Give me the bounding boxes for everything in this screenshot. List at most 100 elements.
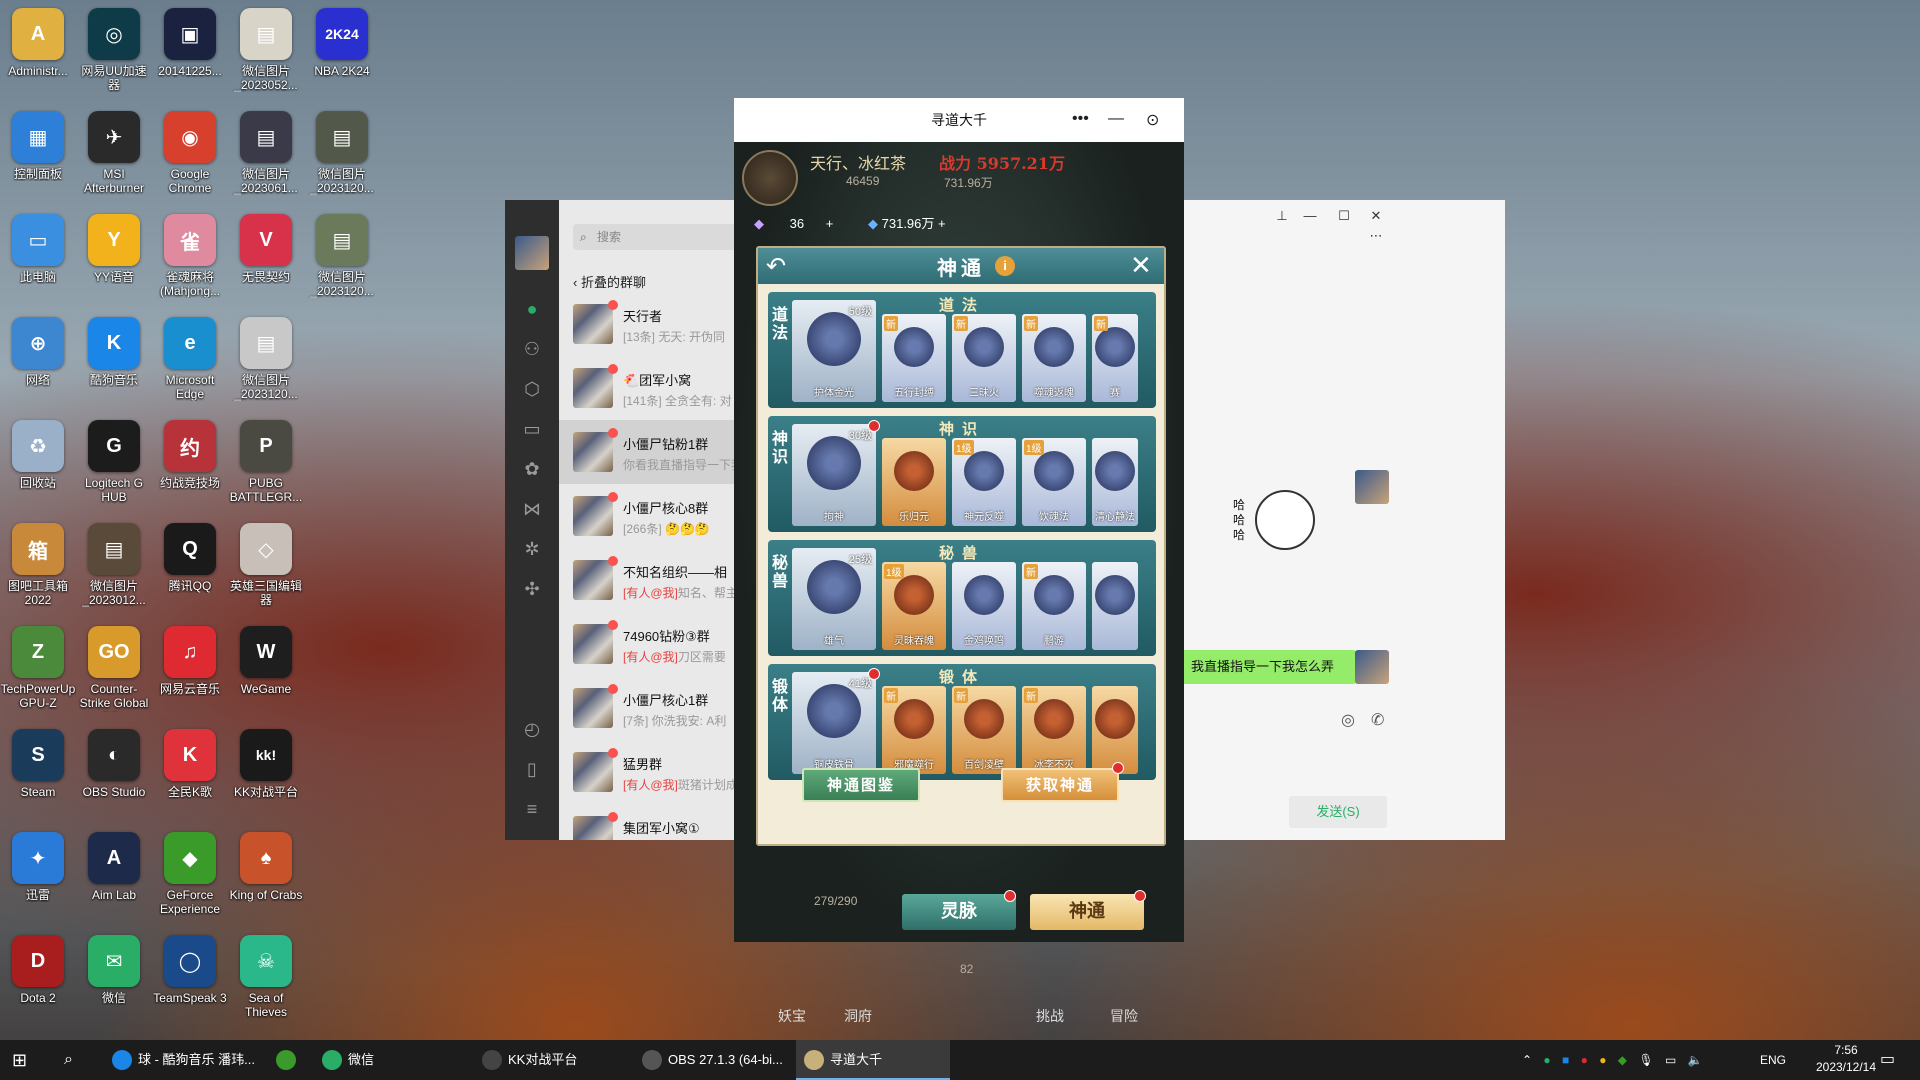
search-icon[interactable]: ⌕ <box>64 1040 73 1080</box>
chat-icon[interactable]: ● <box>519 296 545 322</box>
desktop-icon[interactable]: ▣ 20141225... <box>152 8 228 108</box>
chat-list-item[interactable]: 集团军小窝① <box>559 804 739 840</box>
desktop-icon[interactable]: ✉ 微信 <box>76 935 152 1035</box>
moments-icon[interactable]: ✿ <box>519 456 545 482</box>
nvidia-tray-icon[interactable]: ◆ <box>1618 1053 1627 1067</box>
taskbar-app[interactable]: KK对战平台 <box>474 1040 634 1080</box>
skill-card[interactable] <box>1092 562 1138 650</box>
tray-icons[interactable]: ⌃ ● ■ ● ● ◆ 🎙 ▭ 🔈 <box>1522 1040 1703 1080</box>
desktop-icon[interactable]: ◉ Google Chrome <box>152 111 228 211</box>
taskbar-app[interactable]: 球 - 酷狗音乐 潘玮... <box>104 1040 255 1080</box>
desktop-icon[interactable]: ☠ Sea of Thieves <box>228 935 304 1035</box>
avatar[interactable] <box>1355 470 1389 504</box>
chat-list-item[interactable]: 猛男群 [有人@我]斑猪计划成 <box>559 740 739 804</box>
chat-list-item[interactable]: 小僵尸核心8群 [266条] 🤔🤔🤔 <box>559 484 739 548</box>
skill-card[interactable]: 新三昧火 <box>952 314 1016 402</box>
skill-card[interactable]: 新百剑凌壁 <box>952 686 1016 774</box>
skill-card[interactable]: 清心静法 <box>1092 438 1138 526</box>
desktop-icon[interactable]: ▤ 微信图片_2023052... <box>228 8 304 108</box>
skill-card[interactable]: 新赛 <box>1092 314 1138 402</box>
skill-card[interactable]: 1级 神元反噬 <box>952 438 1016 526</box>
atlas-button[interactable]: 神通图鉴 <box>802 768 920 802</box>
bottom-nav-item[interactable]: 挑战 <box>1036 1006 1064 1026</box>
tray-arrow-icon[interactable]: ⌃ <box>1522 1053 1532 1067</box>
app-tray-icon[interactable]: ● <box>1581 1053 1588 1067</box>
maximize-button[interactable]: ☐ <box>1333 206 1355 226</box>
desktop-icon[interactable]: kk! KK对战平台 <box>228 729 304 829</box>
miniprogram-icon[interactable]: ✣ <box>519 576 545 602</box>
desktop-icon[interactable]: ▦ 控制面板 <box>0 111 76 211</box>
desktop-icon[interactable]: e Microsoft Edge <box>152 317 228 417</box>
minimize-icon[interactable]: — <box>1108 110 1124 128</box>
desktop-icon[interactable]: ▭ 此电脑 <box>0 214 76 314</box>
desktop-icon[interactable]: 2K24 NBA 2K24 <box>304 8 380 108</box>
desktop-icon[interactable]: ▤ 微信图片_2023120... <box>304 111 380 211</box>
search-input[interactable]: ⌕ 搜索 <box>573 224 739 250</box>
menu-icon[interactable]: ≡ <box>519 796 545 822</box>
desktop-icon[interactable]: ⊕ 网络 <box>0 317 76 417</box>
desktop-icon[interactable]: K 酷狗音乐 <box>76 317 152 417</box>
link-icon[interactable]: ◴ <box>519 716 545 742</box>
wechat-tray-icon[interactable]: ● <box>1543 1053 1550 1067</box>
main-skill-card[interactable]: 50级 护体金光 <box>792 300 876 402</box>
close-circle-icon[interactable]: ⊙ <box>1146 110 1159 130</box>
skill-card[interactable]: 金鸡唤鸣 <box>952 562 1016 650</box>
desktop-icon[interactable]: S Steam <box>0 729 76 829</box>
channels-icon[interactable]: ⋈ <box>519 496 545 522</box>
chat-list-item[interactable]: 🐔团军小窝 [141条] 全贪全有: 对 <box>559 356 739 420</box>
skill-card[interactable]: 新冰李不灭 <box>1022 686 1086 774</box>
video-call-icon[interactable]: ◎ <box>1341 710 1355 730</box>
volume-icon[interactable]: 🔈 <box>1688 1053 1703 1067</box>
desktop-icon[interactable]: Y YY语音 <box>76 214 152 314</box>
send-button[interactable]: 发送(S) <box>1289 796 1387 828</box>
minimize-button[interactable]: — <box>1299 206 1321 226</box>
desktop-icon[interactable]: ♻ 回收站 <box>0 420 76 520</box>
notification-icon[interactable]: ▭ <box>1880 1040 1895 1080</box>
info-icon[interactable]: i <box>995 256 1015 276</box>
chat-list-item[interactable]: 小僵尸核心1群 [7条] 你洗我安: A利 <box>559 676 739 740</box>
folded-groups-header[interactable]: ‹ 折叠的群聊 <box>573 272 646 291</box>
folder-icon[interactable]: ▭ <box>519 416 545 442</box>
my-avatar[interactable] <box>1355 650 1389 684</box>
desktop-icon[interactable]: V 无畏契约 <box>228 214 304 314</box>
language-indicator[interactable]: ENG <box>1760 1040 1786 1080</box>
desktop-icon[interactable]: A Administr... <box>0 8 76 108</box>
desktop-icon[interactable]: ✦ 迅雷 <box>0 832 76 932</box>
desktop-icon[interactable]: Q 腾讯QQ <box>152 523 228 623</box>
taskbar-app[interactable] <box>268 1040 300 1080</box>
main-skill-card[interactable]: 30级 拘神 <box>792 424 876 526</box>
skill-card[interactable]: 1级 饮魂法 <box>1022 438 1086 526</box>
desktop-icon[interactable]: ◐ OBS Studio <box>76 729 152 829</box>
skill-card[interactable]: 新邪魔噬行 <box>882 686 946 774</box>
more-options-icon[interactable]: ••• <box>1072 110 1089 128</box>
user-avatar[interactable] <box>515 236 549 270</box>
desktop-icon[interactable]: G Logitech G HUB <box>76 420 152 520</box>
desktop-icon[interactable]: ◇ 英雄三国编辑器 <box>228 523 304 623</box>
main-skill-card[interactable]: 25级 雄气 <box>792 548 876 650</box>
desktop-icon[interactable]: ▤ 微信图片_2023061... <box>228 111 304 211</box>
main-skill-card[interactable]: 41级 铜皮铁骨 <box>792 672 876 774</box>
search-mini-icon[interactable]: ✲ <box>519 536 545 562</box>
desktop-icon[interactable]: ▤ 微信图片_2023120... <box>228 317 304 417</box>
desktop-icon[interactable]: ▤ 微信图片_2023120... <box>304 214 380 314</box>
close-button[interactable]: ✕ <box>1365 206 1387 226</box>
skill-card[interactable]: 新噬魂返魄 <box>1022 314 1086 402</box>
desktop-icon[interactable]: A Aim Lab <box>76 832 152 932</box>
desktop-icon[interactable]: ◆ GeForce Experience <box>152 832 228 932</box>
skill-card[interactable]: 新五行封缚 <box>882 314 946 402</box>
desktop-icon[interactable]: ♠ King of Crabs <box>228 832 304 932</box>
desktop-icon[interactable]: Z TechPowerUp GPU-Z <box>0 626 76 726</box>
taskbar-app[interactable]: 寻道大千 <box>796 1040 950 1080</box>
get-shentong-button[interactable]: 获取神通 <box>1001 768 1119 802</box>
chat-list-item[interactable]: 小僵尸钻粉1群 你看我直播指导一下我 <box>559 420 739 484</box>
yy-tray-icon[interactable]: ● <box>1599 1053 1606 1067</box>
desktop-icon[interactable]: P PUBG BATTLEGR... <box>228 420 304 520</box>
skill-card[interactable]: 1级 灵昧吞魄 <box>882 562 946 650</box>
chat-list-item[interactable]: 不知名组织——相 [有人@我]知名、帮主 <box>559 548 739 612</box>
close-cross-icon[interactable]: ✕ <box>1130 250 1152 281</box>
pin-icon[interactable]: ⊥ <box>1271 206 1293 226</box>
desktop-icon[interactable]: D Dota 2 <box>0 935 76 1035</box>
chat-list-item[interactable]: 74960钻粉③群 [有人@我]刀区需要 <box>559 612 739 676</box>
start-button[interactable]: ⊞ <box>12 1040 27 1080</box>
skill-card[interactable] <box>1092 686 1138 774</box>
